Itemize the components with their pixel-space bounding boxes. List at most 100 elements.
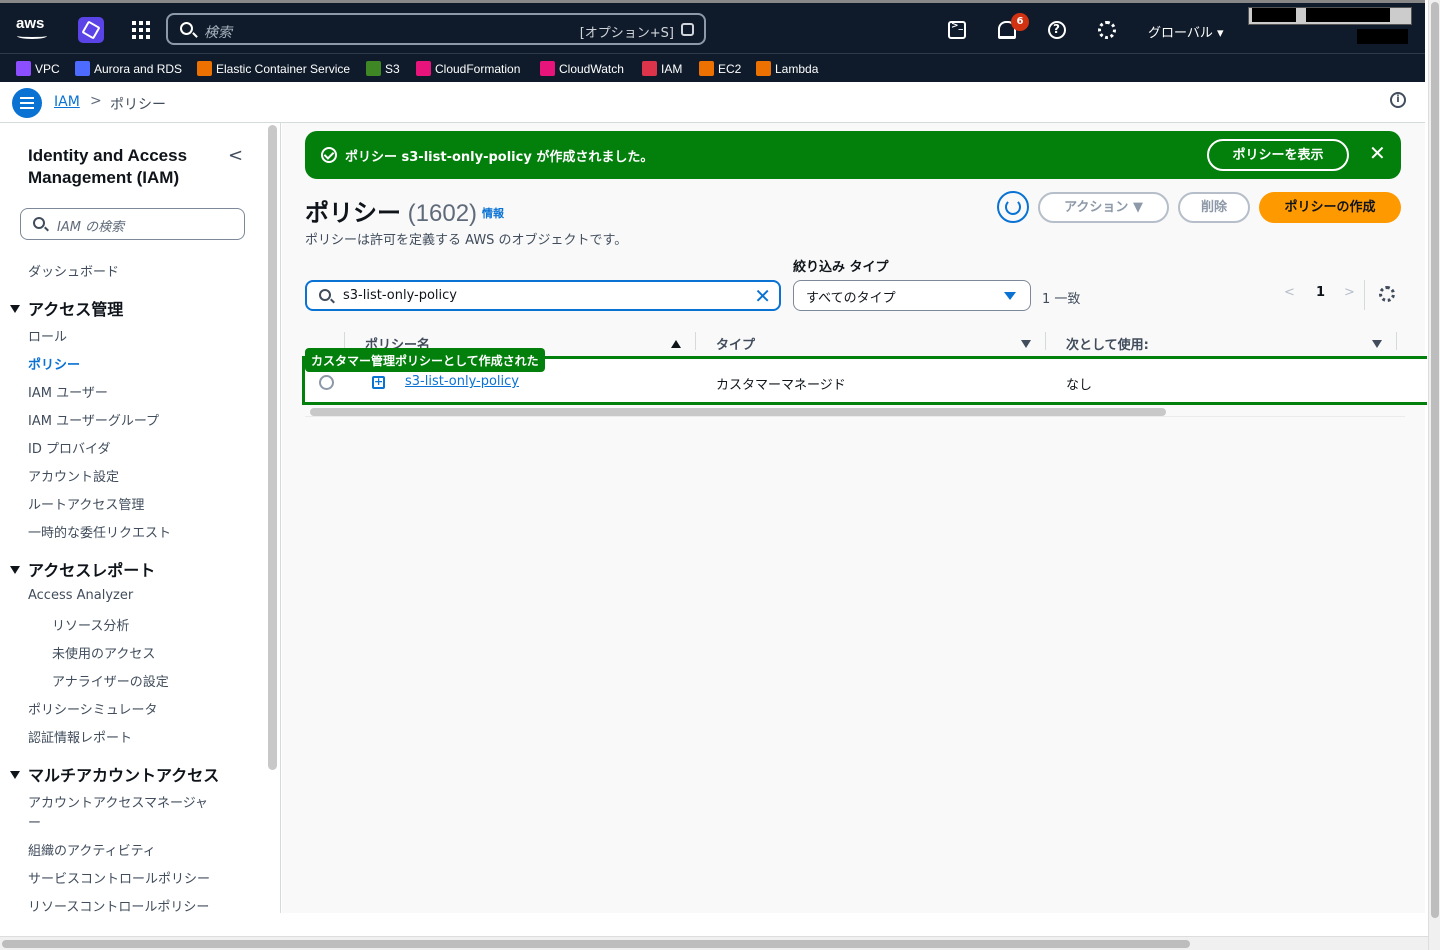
favorite-ecs[interactable]: Elastic Container Service (197, 61, 350, 77)
search-icon (319, 289, 331, 301)
column-divider (695, 332, 696, 350)
aws-logo[interactable]: aws (16, 15, 50, 41)
policy-name-link[interactable]: s3-list-only-policy (405, 374, 519, 389)
info-link[interactable]: 情報 (482, 205, 504, 221)
sidebar-item-credential-report[interactable]: 認証情報レポート (28, 727, 132, 746)
policy-count: (1602) (407, 200, 478, 227)
breadcrumb-current: ポリシー (110, 97, 166, 113)
delete-button[interactable]: 削除 (1178, 192, 1250, 223)
sidebar-item-root-access[interactable]: ルートアクセス管理 (28, 494, 144, 513)
sidebar-item-access-analyzer[interactable]: Access Analyzer (28, 588, 133, 603)
cloudformation-icon (416, 61, 431, 76)
sidebar-item-resource-analysis[interactable]: リソース分析 (52, 615, 129, 634)
match-count: 1 一致 (1042, 292, 1081, 307)
sidebar-item-rcp[interactable]: リソースコントロールポリシー (28, 896, 209, 913)
sidebar-item-account-settings[interactable]: アカウント設定 (28, 466, 119, 485)
help-icon[interactable] (1048, 21, 1066, 39)
sort-icon[interactable] (1372, 340, 1382, 348)
sidebar-search-input[interactable]: IAM の検索 (20, 208, 245, 240)
favorite-lambda[interactable]: Lambda (756, 61, 818, 77)
window-horizontal-scrollbar[interactable] (0, 936, 1428, 950)
policy-search-input[interactable]: s3-list-only-policy ✕ (305, 280, 781, 311)
shortcut-icon (681, 23, 694, 36)
chevron-right-icon[interactable]: > (1344, 285, 1355, 300)
ecs-icon (197, 61, 212, 76)
side-menu-toggle[interactable] (12, 88, 42, 118)
search-placeholder: 検索 (204, 25, 232, 41)
window-vertical-scrollbar[interactable] (1428, 0, 1440, 950)
sidebar-section-multi-account[interactable]: マルチアカウントアクセス (10, 762, 219, 786)
caret-down-icon (1004, 292, 1016, 300)
clear-icon[interactable]: ✕ (754, 284, 771, 308)
favorite-cloudwatch[interactable]: CloudWatch (540, 61, 624, 77)
chevron-left-icon[interactable]: < (228, 145, 243, 166)
sort-ascending-icon[interactable] (671, 340, 681, 348)
policy-used-as-cell: なし (1066, 378, 1093, 393)
row-select-radio[interactable] (319, 375, 334, 390)
sidebar-section-access-management[interactable]: アクセス管理 (10, 296, 123, 320)
services-grid-icon[interactable] (132, 21, 150, 39)
favorite-iam[interactable]: IAM (642, 61, 682, 77)
column-header-used-as[interactable]: 次として使用: (1066, 334, 1149, 353)
page-number[interactable]: 1 (1316, 285, 1325, 300)
settings-gear-icon[interactable] (1098, 21, 1116, 39)
cloudshell-icon[interactable] (948, 21, 966, 39)
favorite-aurora-rds[interactable]: Aurora and RDS (75, 61, 182, 77)
sidebar-section-access-reports[interactable]: アクセスレポート (10, 557, 155, 581)
caret-down-icon (10, 566, 20, 574)
favorite-ec2[interactable]: EC2 (699, 61, 741, 77)
sidebar-item-temp-delegation[interactable]: 一時的な委任リクエスト (28, 522, 171, 541)
actions-dropdown-button[interactable]: アクション ▼ (1038, 192, 1169, 223)
page-footer-space (0, 913, 1428, 936)
region-selector[interactable]: グローバル ▾ (1148, 22, 1224, 41)
pager-divider (1364, 280, 1365, 310)
sidebar-item-account-access-manager[interactable]: アカウントアクセスマネージャ (28, 792, 208, 811)
expand-plus-icon[interactable]: + (372, 376, 385, 389)
redacted-block (1357, 29, 1408, 44)
sidebar-item-roles[interactable]: ロール (28, 326, 67, 345)
global-search-input[interactable]: 検索 [オプション+S] (166, 13, 706, 45)
sidebar-item-unused-access[interactable]: 未使用のアクセス (52, 643, 155, 662)
favorite-vpc[interactable]: VPC (16, 61, 60, 77)
amazon-q-icon[interactable] (78, 17, 104, 43)
sidebar-item-org-activity[interactable]: 組織のアクティビティ (28, 840, 156, 859)
chevron-left-icon[interactable]: < (1284, 285, 1295, 300)
cloudwatch-icon (540, 61, 555, 76)
favorite-s3[interactable]: S3 (366, 61, 400, 77)
sidebar-item-policy-simulator[interactable]: ポリシーシミュレータ (28, 699, 157, 718)
create-policy-button[interactable]: ポリシーの作成 (1259, 192, 1401, 223)
sidebar-item-policies[interactable]: ポリシー (28, 354, 80, 373)
sidebar-item-user-groups[interactable]: IAM ユーザーグループ (28, 410, 159, 429)
sidebar-title: Identity and Access Management (IAM) (28, 146, 188, 187)
sidebar-item-analyzer-settings[interactable]: アナライザーの設定 (52, 671, 169, 690)
favorite-cloudformation[interactable]: CloudFormation (416, 61, 520, 77)
scrollbar-thumb[interactable] (2, 940, 1190, 948)
view-policy-button[interactable]: ポリシーを表示 (1207, 139, 1349, 171)
sidebar-item-dashboard[interactable]: ダッシュボード (28, 261, 119, 280)
sidebar-scrollbar[interactable] (268, 125, 277, 770)
info-icon[interactable]: i (1390, 92, 1406, 108)
chevron-right-icon: > (90, 93, 102, 109)
preferences-gear-icon[interactable] (1379, 286, 1395, 302)
rds-icon (75, 61, 90, 76)
type-filter-select[interactable]: すべてのタイプ (793, 280, 1031, 311)
column-header-type[interactable]: タイプ (716, 334, 755, 353)
sort-icon[interactable] (1021, 340, 1031, 348)
type-filter-value: すべてのタイプ (806, 291, 896, 306)
refresh-icon[interactable] (997, 191, 1029, 223)
lambda-icon (756, 61, 771, 76)
sidebar-item-account-access-manager-wrap[interactable]: ー (28, 812, 41, 831)
caret-down-icon (10, 771, 20, 779)
close-icon[interactable]: ✕ (1369, 143, 1386, 163)
breadcrumb-iam[interactable]: IAM (54, 94, 80, 110)
table-horizontal-scrollbar[interactable] (310, 408, 1166, 416)
scrollbar-thumb[interactable] (1431, 2, 1439, 918)
breadcrumb-bar: IAM > ポリシー i (0, 82, 1425, 123)
column-divider (1045, 332, 1046, 350)
sidebar-item-users[interactable]: IAM ユーザー (28, 382, 108, 401)
vpc-icon (16, 61, 31, 76)
sidebar-item-identity-providers[interactable]: ID プロバイダ (28, 438, 110, 457)
sidebar-item-scp[interactable]: サービスコントロールポリシー (28, 868, 210, 887)
table-bottom-border (305, 416, 1405, 417)
flash-message: ポリシー s3-list-only-policy が作成されました。 (345, 150, 654, 165)
